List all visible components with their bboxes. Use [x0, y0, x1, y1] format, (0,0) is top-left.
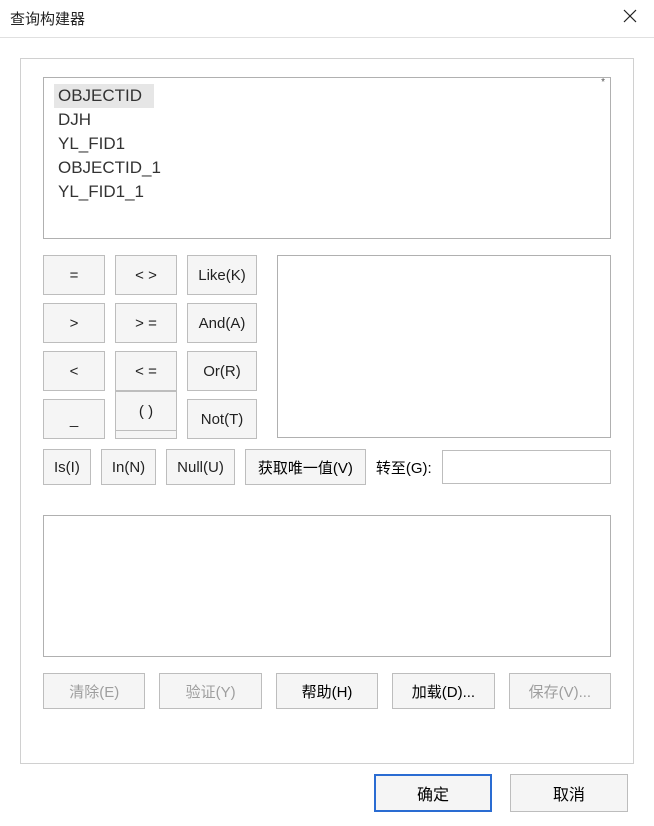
unique-values-listbox[interactable]: [277, 255, 611, 438]
footer-row: 确定 取消: [0, 774, 654, 826]
op-gt-button[interactable]: >: [43, 303, 105, 343]
dialog-body: * OBJECTID DJH YL_FID1 OBJECTID_1 YL_FID…: [20, 58, 634, 764]
op-equals-button[interactable]: =: [43, 255, 105, 295]
op-gte-button[interactable]: > =: [115, 303, 177, 343]
op-not-button[interactable]: Not(T): [187, 399, 257, 439]
list-item[interactable]: OBJECTID: [54, 84, 154, 108]
goto-input[interactable]: [442, 450, 611, 484]
op-and-button[interactable]: And(A): [187, 303, 257, 343]
ok-button[interactable]: 确定: [374, 774, 492, 812]
op-null-button[interactable]: Null(U): [166, 449, 235, 485]
op-lte-button[interactable]: < =: [115, 351, 177, 391]
extra-operators-row: Is(I) In(N) Null(U) 获取唯一值(V) 转至(G):: [43, 449, 611, 485]
list-item[interactable]: YL_FID1_1: [54, 180, 154, 204]
op-is-button[interactable]: Is(I): [43, 449, 91, 485]
save-button[interactable]: 保存(V)...: [509, 673, 611, 709]
op-like-button[interactable]: Like(K): [187, 255, 257, 295]
op-parens-button[interactable]: ( ): [115, 391, 177, 431]
help-button[interactable]: 帮助(H): [276, 673, 378, 709]
clear-button[interactable]: 清除(E): [43, 673, 145, 709]
list-item[interactable]: OBJECTID_1: [54, 156, 165, 180]
verify-button[interactable]: 验证(Y): [159, 673, 261, 709]
load-button[interactable]: 加载(D)...: [392, 673, 494, 709]
close-button[interactable]: [606, 0, 654, 38]
op-notequal-button[interactable]: < >: [115, 255, 177, 295]
list-item[interactable]: YL_FID1: [54, 132, 154, 156]
get-unique-values-button[interactable]: 获取唯一值(V): [245, 449, 366, 485]
list-item[interactable]: DJH: [54, 108, 154, 132]
op-underscore-button[interactable]: _: [43, 399, 105, 439]
goto-label: 转至(G):: [376, 457, 432, 478]
close-icon: [623, 9, 637, 28]
titlebar: 查询构建器: [0, 0, 654, 38]
cancel-button[interactable]: 取消: [510, 774, 628, 812]
expression-textarea[interactable]: [43, 515, 611, 657]
op-or-button[interactable]: Or(R): [187, 351, 257, 391]
fields-listbox[interactable]: OBJECTID DJH YL_FID1 OBJECTID_1 YL_FID1_…: [43, 77, 611, 239]
op-lt-button[interactable]: <: [43, 351, 105, 391]
window-title: 查询构建器: [10, 8, 85, 29]
action-button-row: 清除(E) 验证(Y) 帮助(H) 加载(D)... 保存(V)...: [43, 673, 611, 709]
op-in-button[interactable]: In(N): [101, 449, 156, 485]
